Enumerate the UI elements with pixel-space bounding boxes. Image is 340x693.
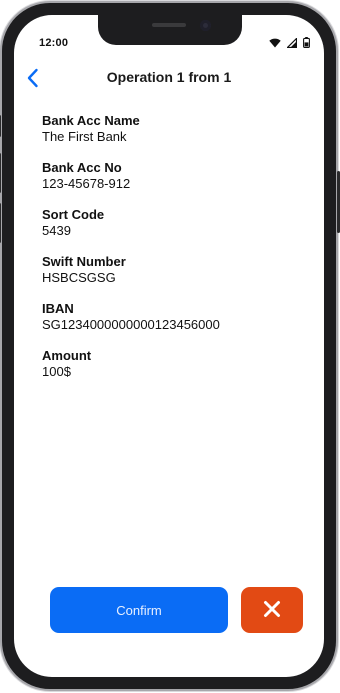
field-label: Sort Code bbox=[42, 207, 105, 222]
details-list: Bank Acc Name The First Bank Bank Acc No… bbox=[42, 113, 312, 395]
front-camera bbox=[200, 20, 211, 31]
notch bbox=[98, 15, 242, 45]
phone-frame: 12:00 Operation 1 from 1 Bank Acc Name T… bbox=[0, 3, 340, 689]
cancel-button[interactable] bbox=[241, 587, 303, 633]
field-label: Amount bbox=[42, 348, 92, 363]
field-value: 5439 bbox=[42, 223, 71, 238]
stage: 12:00 Operation 1 from 1 Bank Acc Name T… bbox=[0, 0, 340, 693]
speaker-grille bbox=[152, 23, 186, 27]
field-amount: Amount 100$ bbox=[42, 348, 312, 380]
field-bank-acc-name: Bank Acc Name The First Bank bbox=[42, 113, 312, 145]
close-icon bbox=[263, 600, 281, 621]
volume-down-button bbox=[0, 203, 1, 243]
field-bank-acc-no: Bank Acc No 123-45678-912 bbox=[42, 160, 312, 192]
navigation-bar: Operation 1 from 1 bbox=[14, 67, 324, 91]
status-icons bbox=[269, 35, 310, 53]
cellular-signal-icon bbox=[286, 35, 298, 53]
field-value: 123-45678-912 bbox=[42, 176, 131, 191]
phone-screen: 12:00 Operation 1 from 1 Bank Acc Name T… bbox=[14, 15, 324, 677]
confirm-button[interactable]: Confirm bbox=[50, 587, 228, 633]
field-sort-code: Sort Code 5439 bbox=[42, 207, 312, 239]
field-value: HSBCSGSG bbox=[42, 270, 116, 285]
field-value: 100$ bbox=[42, 364, 71, 379]
field-label: IBAN bbox=[42, 301, 74, 316]
silent-switch bbox=[0, 115, 1, 137]
field-swift-number: Swift Number HSBCSGSG bbox=[42, 254, 312, 286]
field-label: Swift Number bbox=[42, 254, 126, 269]
field-label: Bank Acc No bbox=[42, 160, 122, 175]
volume-up-button bbox=[0, 153, 1, 193]
wifi-icon bbox=[269, 35, 281, 53]
field-label: Bank Acc Name bbox=[42, 113, 140, 128]
field-value: The First Bank bbox=[42, 129, 127, 144]
page-title: Operation 1 from 1 bbox=[106, 69, 232, 85]
battery-icon bbox=[303, 35, 310, 53]
field-value: SG1234000000000123456000 bbox=[42, 317, 220, 332]
status-time: 12:00 bbox=[39, 37, 69, 49]
field-iban: IBAN SG1234000000000123456000 bbox=[42, 301, 312, 333]
